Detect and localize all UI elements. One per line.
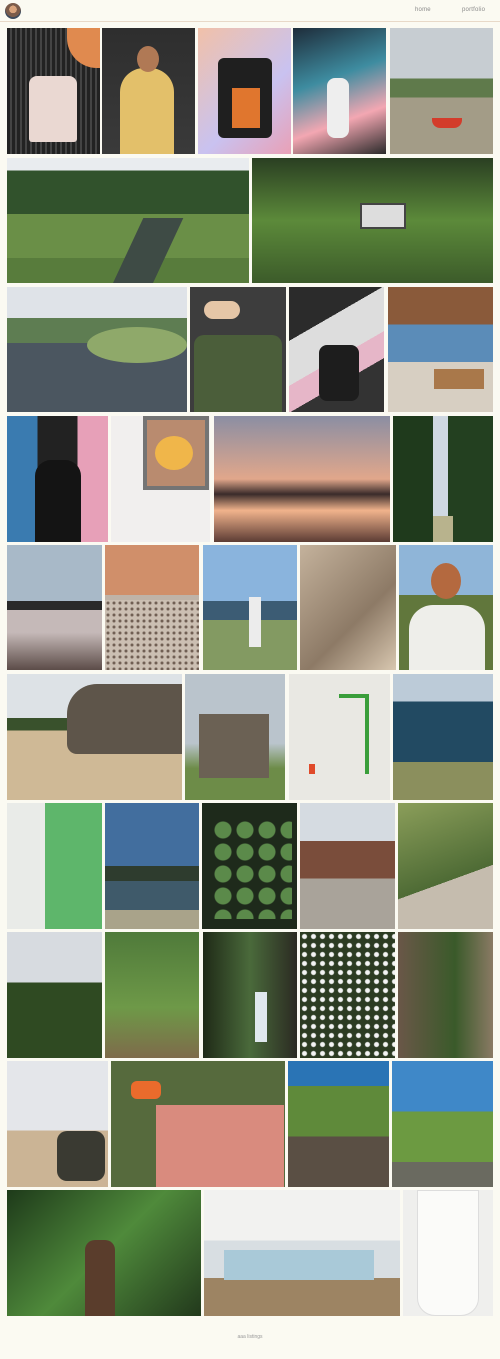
photo-harbour-boats[interactable]	[390, 28, 493, 154]
photo-picnic-mat[interactable]	[111, 1061, 285, 1187]
photo-cafe-interior[interactable]	[204, 1190, 400, 1316]
photo-grid	[0, 0, 500, 1359]
photo-coastal-inlet[interactable]	[7, 287, 187, 412]
photo-picnic-area[interactable]	[388, 287, 493, 412]
photo-white-wall-green[interactable]	[289, 674, 390, 800]
photo-lily-pads[interactable]	[202, 803, 297, 929]
photo-ivy-cliff[interactable]	[398, 932, 493, 1058]
photo-waterfall-gorge[interactable]	[203, 932, 297, 1058]
photo-mural-figure[interactable]	[293, 28, 386, 154]
photo-couple-mural[interactable]	[289, 287, 384, 412]
photo-cliff-rock[interactable]	[7, 674, 182, 800]
photo-beach-guitar[interactable]	[7, 1061, 108, 1187]
photo-hillside-wall[interactable]	[392, 1061, 493, 1187]
photo-castle-ruins[interactable]	[185, 674, 285, 800]
photo-t-shirt-on-hanger[interactable]	[7, 28, 100, 154]
photo-window-leaf[interactable]	[111, 416, 210, 542]
photo-jungle-person[interactable]	[7, 1190, 201, 1316]
photo-white-shirt-dress[interactable]	[403, 1190, 493, 1316]
photo-river-railings[interactable]	[105, 803, 199, 929]
photo-wetland-river[interactable]	[7, 158, 249, 283]
photo-sunset-lake[interactable]	[214, 416, 390, 542]
photo-green-jacket[interactable]	[190, 287, 286, 412]
photo-town-square[interactable]	[300, 803, 395, 929]
photo-ripples-lake[interactable]	[7, 545, 102, 670]
footer-text: aaa listings	[237, 1334, 263, 1340]
photo-white-flowers[interactable]	[300, 932, 395, 1058]
photo-moss-bench[interactable]	[398, 803, 493, 929]
photo-rock-texture[interactable]	[300, 545, 396, 670]
photo-overgrown-gate[interactable]	[252, 158, 493, 283]
photo-sea-cliffs[interactable]	[393, 674, 493, 800]
photo-person-yellow-hoodie[interactable]	[102, 28, 195, 154]
photo-green-wall[interactable]	[7, 803, 102, 929]
photo-moorland-valley[interactable]	[288, 1061, 389, 1187]
photo-pebble-shore[interactable]	[105, 545, 199, 670]
photo-woodland-walk[interactable]	[105, 932, 199, 1058]
photo-forest-path[interactable]	[393, 416, 493, 542]
photo-man-adidas-mural[interactable]	[7, 416, 108, 542]
photo-man-blue-hat[interactable]	[399, 545, 493, 670]
photo-coast-walker[interactable]	[203, 545, 297, 670]
photo-printed-shirt-mural[interactable]	[198, 28, 291, 154]
photo-tree-silhouette[interactable]	[7, 932, 102, 1058]
